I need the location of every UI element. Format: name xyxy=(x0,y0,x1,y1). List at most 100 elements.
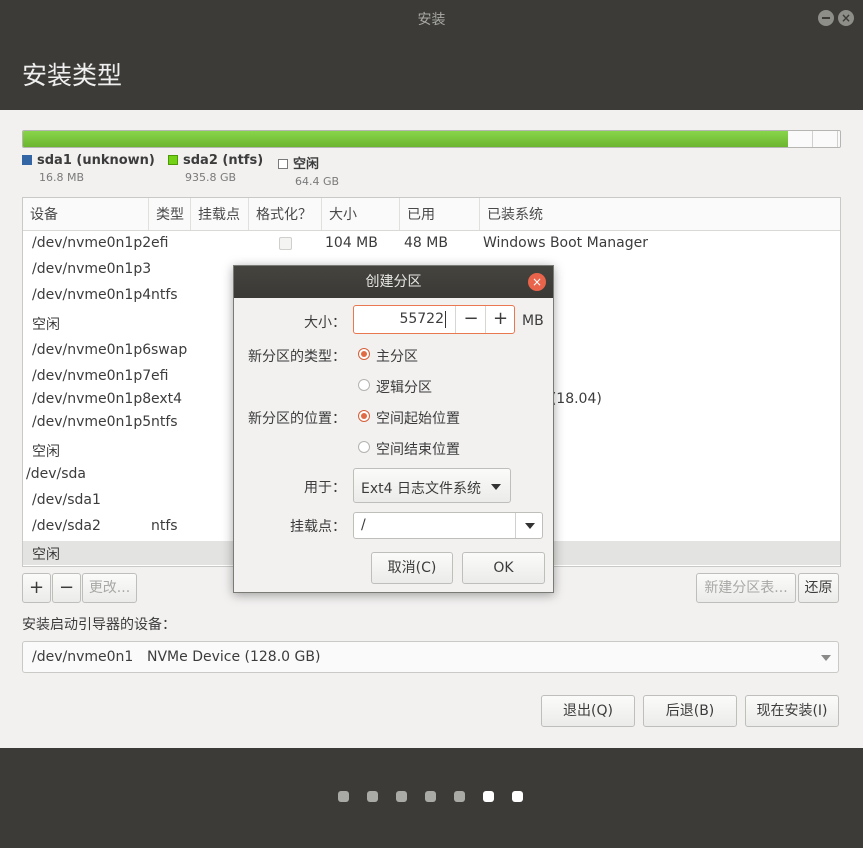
cell-used: 48 MB xyxy=(404,235,448,251)
table-row[interactable]: /dev/nvme0n1p2 efi 104 MB 48 MB Windows Boot… xyxy=(23,232,840,256)
ok-button[interactable]: OK xyxy=(462,552,545,584)
size-stepper[interactable]: 55722 − + xyxy=(353,305,515,334)
progress-dot xyxy=(367,791,378,802)
cell-device: 空闲 xyxy=(32,547,60,563)
use-as-label: 用于： xyxy=(304,480,346,496)
legend-size: 935.8 GB xyxy=(185,171,237,184)
progress-dot xyxy=(396,791,407,802)
size-label: 大小： xyxy=(304,315,346,331)
combo-separator xyxy=(515,513,516,538)
legend-name: 空闲 xyxy=(293,157,320,172)
column-header-type[interactable]: 类型 xyxy=(149,198,191,230)
text-caret xyxy=(445,311,446,328)
create-partition-dialog: 创建分区 × 大小： 55722 − + MB 新分区的类型： 主分区 逻辑分区… xyxy=(233,265,554,593)
cell-size: 104 MB xyxy=(325,235,378,251)
bootloader-description: NVMe Device (128.0 GB) xyxy=(147,649,321,665)
mount-point-combo[interactable]: / xyxy=(353,512,543,539)
primary-radio-label[interactable]: 主分区 xyxy=(376,346,418,366)
new-partition-table-button[interactable]: 新建分区表... xyxy=(696,573,796,603)
progress-dot xyxy=(454,791,465,802)
back-button[interactable]: 后退(B) xyxy=(643,695,737,727)
use-as-value: Ext4 日志文件系统 xyxy=(361,481,481,497)
legend-size: 16.8 MB xyxy=(39,171,85,184)
progress-dot xyxy=(338,791,349,802)
cell-system: Windows Boot Manager xyxy=(483,235,648,251)
cell-device: /dev/nvme0n1p3 xyxy=(32,261,152,277)
use-as-select[interactable]: Ext4 日志文件系统 xyxy=(353,468,511,503)
decrease-size-button[interactable]: − xyxy=(455,306,486,333)
partition-bar xyxy=(22,130,841,148)
partition-type-label: 新分区的类型： xyxy=(248,349,346,365)
cell-type: ntfs xyxy=(151,414,178,430)
legend-name: sda1 (unknown) xyxy=(37,153,155,168)
bootloader-label: 安装启动引导器的设备： xyxy=(22,617,176,633)
cell-type: efi xyxy=(151,235,169,251)
cell-type: swap xyxy=(151,342,188,358)
chevron-down-icon xyxy=(821,655,831,661)
legend-item-sda2: sda2 (ntfs) 935.8 GB xyxy=(168,153,263,184)
size-input[interactable]: 55722 xyxy=(354,311,444,327)
format-checkbox[interactable] xyxy=(279,237,292,250)
cell-device: /dev/nvme0n1p5 xyxy=(32,414,152,430)
partition-bar-sda2 xyxy=(23,131,788,147)
column-header-mount[interactable]: 挂载点 xyxy=(191,198,249,230)
add-partition-button[interactable]: + xyxy=(22,573,51,603)
cell-device: /dev/sda1 xyxy=(32,492,101,508)
close-icon[interactable]: × xyxy=(838,10,854,26)
legend-size: 64.4 GB xyxy=(295,175,340,188)
location-end-radio[interactable] xyxy=(358,441,370,453)
quit-button[interactable]: 退出(Q) xyxy=(541,695,635,727)
page-title: 安装类型 xyxy=(22,61,123,90)
close-icon[interactable]: × xyxy=(528,273,546,291)
dialog-title: 创建分区 xyxy=(234,266,553,298)
chevron-down-icon xyxy=(491,484,501,490)
location-start-radio[interactable] xyxy=(358,410,370,422)
partition-location-label: 新分区的位置： xyxy=(248,411,346,427)
legend-swatch xyxy=(168,155,178,165)
size-unit: MB xyxy=(522,313,544,329)
cell-type: ntfs xyxy=(151,287,178,303)
partition-bar-free xyxy=(788,131,840,147)
increase-size-button[interactable]: + xyxy=(485,306,515,333)
cancel-button[interactable]: 取消(C) xyxy=(371,552,453,584)
location-start-label[interactable]: 空间起始位置 xyxy=(376,408,460,428)
column-header-device[interactable]: 设备 xyxy=(23,198,149,230)
remove-partition-button[interactable]: − xyxy=(52,573,81,603)
progress-dot xyxy=(483,791,494,802)
cell-type: efi xyxy=(151,368,169,384)
legend-swatch xyxy=(278,159,288,169)
change-partition-button[interactable]: 更改... xyxy=(82,573,137,603)
cell-type: ntfs xyxy=(151,518,178,534)
logical-radio-label[interactable]: 逻辑分区 xyxy=(376,377,432,397)
legend-item-free: 空闲 64.4 GB xyxy=(278,153,339,188)
cell-device: 空闲 xyxy=(32,444,60,460)
bootloader-device: /dev/nvme0n1 xyxy=(32,649,134,665)
column-header-format[interactable]: 格式化？ xyxy=(249,198,322,230)
location-end-label[interactable]: 空间结束位置 xyxy=(376,439,460,459)
legend-name: sda2 (ntfs) xyxy=(183,153,264,168)
progress-dot xyxy=(512,791,523,802)
window-title: 安装 xyxy=(417,12,446,28)
column-header-size[interactable]: 大小 xyxy=(322,198,400,230)
logical-radio[interactable] xyxy=(358,379,370,391)
cell-device: /dev/nvme0n1p6 xyxy=(32,342,152,358)
cell-device: /dev/sda xyxy=(26,466,86,482)
revert-button[interactable]: 还原 xyxy=(798,573,839,603)
mount-point-label: 挂载点： xyxy=(290,519,346,535)
primary-radio[interactable] xyxy=(358,348,370,360)
installer-window: 安装 × 安装类型 sda1 (unknown) 16.8 MB sda2 (n… xyxy=(0,0,863,848)
legend-swatch xyxy=(22,155,32,165)
minimize-icon[interactable] xyxy=(818,10,834,26)
cell-device: /dev/nvme0n1p2 xyxy=(32,235,152,251)
mount-point-input[interactable]: / xyxy=(361,517,366,533)
chevron-down-icon[interactable] xyxy=(525,523,535,529)
cell-device: /dev/sda2 xyxy=(32,518,101,534)
install-now-button[interactable]: 现在安装(I) xyxy=(745,695,839,727)
column-header-system[interactable]: 已装系统 xyxy=(480,198,840,230)
cell-device: /dev/nvme0n1p4 xyxy=(32,287,152,303)
progress-dot xyxy=(425,791,436,802)
table-header: 设备 类型 挂载点 格式化？ 大小 已用 已装系统 xyxy=(23,198,840,231)
cell-device: /dev/nvme0n1p8 xyxy=(32,391,152,407)
column-header-used[interactable]: 已用 xyxy=(400,198,480,230)
bootloader-device-select[interactable]: /dev/nvme0n1 NVMe Device (128.0 GB) xyxy=(22,641,839,673)
